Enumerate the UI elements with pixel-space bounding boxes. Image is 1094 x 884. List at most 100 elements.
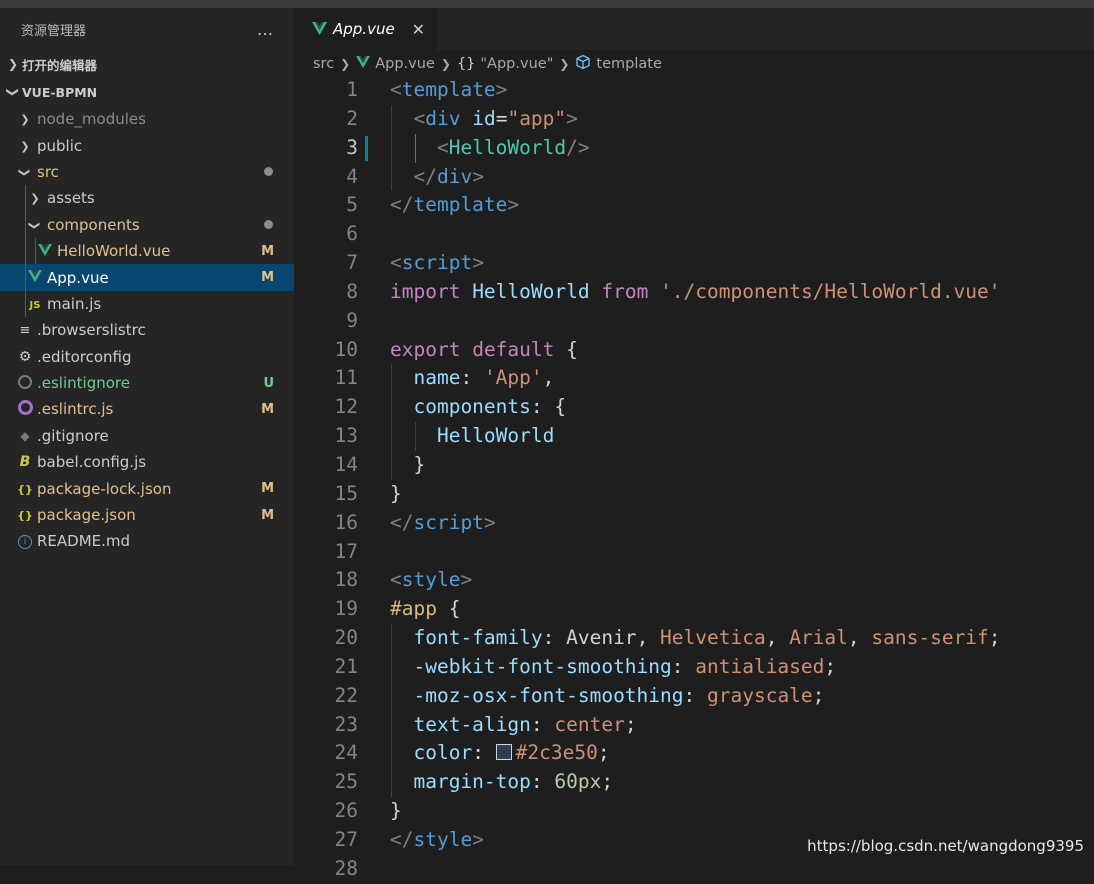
line-number: 9 (346, 308, 358, 332)
code-token: antialiased (695, 654, 825, 678)
code-token: : (530, 712, 555, 736)
code-text: <HelloWorld/> (390, 134, 590, 163)
code-token: name (413, 366, 461, 390)
line-number: 23 (334, 712, 358, 736)
tree-item-helloworld-vue[interactable]: HelloWorld.vue M (0, 237, 294, 265)
breadcrumb-file[interactable]: App.vue (375, 56, 435, 72)
tree-item-main-js[interactable]: JS main.js (0, 290, 294, 318)
code-token: </ (390, 510, 414, 534)
tree-item-label: App.vue (47, 268, 109, 287)
tree-item-components[interactable]: ❯ components (0, 211, 294, 238)
tree-item-src[interactable]: ❯ src (0, 159, 294, 185)
info-icon: i (16, 533, 34, 550)
indent-guide (25, 185, 26, 212)
code-editor[interactable]: 1 <template> 2 <div id="app"> 3 <HelloWorld… (294, 76, 1094, 884)
tree-item-editorconfig[interactable]: ⚙ .editorconfig (0, 344, 294, 370)
json-braces-icon: {} (17, 482, 33, 496)
code-text: </div> (390, 163, 483, 192)
code-token: } (390, 799, 402, 823)
tree-item-eslintignore[interactable]: .eslintignore U (0, 370, 294, 396)
tree-item-label: src (37, 162, 59, 181)
line-number: 13 (334, 424, 358, 448)
line-number: 24 (334, 741, 358, 765)
tree-item-eslintrc-js[interactable]: .eslintrc.js M (0, 396, 294, 422)
tree-item-babel-config-js[interactable]: Bbabel.config.js (0, 449, 294, 475)
tree-item-label: public (37, 136, 83, 155)
code-token: </ (390, 193, 414, 217)
tab-bar: App.vue ✕ (294, 8, 1094, 50)
code-token: < (390, 78, 402, 101)
code-line: 11 name: 'App', (294, 364, 1094, 394)
code-token: from (601, 279, 649, 303)
code-token: > (507, 193, 520, 217)
breadcrumb-src[interactable]: src (313, 56, 334, 72)
watermark: https://blog.csdn.net/wangdong9395 (807, 837, 1084, 855)
line-number: 10 (334, 337, 358, 361)
line-number: 20 (334, 626, 358, 650)
line-number: 4 (346, 164, 358, 188)
code-token: , (765, 626, 790, 650)
code-line: 21 -webkit-font-smoothing: antialiased; (294, 652, 1094, 682)
code-token: > (472, 827, 484, 851)
code-line: 16 </script> (294, 509, 1094, 538)
line-number: 15 (334, 481, 358, 505)
open-editors-section[interactable]: ❯ 打开的编辑器 (0, 50, 294, 78)
code-token: font-family (413, 626, 543, 650)
tree-item-public[interactable]: ❯ public (0, 132, 294, 158)
code-token: < (390, 568, 402, 592)
tree-item-readme-md[interactable]: i README.md (0, 528, 294, 554)
breadcrumb-symbol[interactable]: template (596, 56, 661, 72)
code-token: script (413, 510, 484, 534)
babel-icon: B (19, 454, 31, 471)
chevron-right-icon: ❯ (20, 139, 30, 153)
tree-item-label: .eslintignore (37, 374, 130, 393)
code-token: : (542, 626, 567, 650)
line-number: 14 (334, 452, 358, 476)
tab-app-vue[interactable]: App.vue ✕ (294, 8, 437, 50)
breadcrumb-module[interactable]: "App.vue" (480, 56, 553, 72)
code-token: ; (824, 654, 837, 678)
tree-item-package-json[interactable]: {} package.json M (0, 502, 294, 528)
tree-item-label: .browserslistrc (37, 321, 146, 340)
tree-item-assets[interactable]: ❯ assets (0, 185, 294, 212)
code-token: -moz-osx-font-smoothing (413, 683, 684, 707)
line-number: 16 (334, 510, 358, 534)
code-token: : (530, 770, 555, 794)
code-token: < (436, 135, 449, 159)
color-swatch[interactable] (495, 744, 512, 761)
code-token: template (413, 193, 508, 217)
code-line: 19 #app { (294, 595, 1094, 624)
code-token: } (390, 452, 426, 476)
code-text: export default { (390, 336, 578, 365)
code-line: 17 (294, 538, 1094, 567)
tree-item-package-lock-json[interactable]: {} package-lock.json M (0, 475, 294, 501)
tree-item-browserslistrc[interactable]: ≡ .browserslistrc (0, 317, 294, 343)
braces-icon: {} (456, 56, 476, 72)
tree-item-app-vue[interactable]: App.vue M (0, 264, 294, 291)
code-text: import HelloWorld from './components/Hel… (390, 278, 1001, 307)
code-token: script (401, 251, 473, 275)
code-token: style (413, 827, 473, 851)
git-icon: ◆ (20, 428, 30, 443)
code-line: 18 <style> (294, 566, 1094, 595)
tree-item-label: main.js (47, 294, 102, 313)
code-line: 12 components: { (294, 393, 1094, 423)
tree-item-label: components (47, 215, 140, 234)
tree-item-gitignore[interactable]: ◆ .gitignore (0, 423, 294, 449)
more-actions-icon[interactable]: … (257, 20, 274, 39)
code-text: <template> (390, 76, 507, 105)
open-editors-label: 打开的编辑器 (22, 57, 98, 73)
project-section[interactable]: ❯ VUE-BPMN (0, 78, 294, 106)
code-line: 4 </div> (294, 162, 1094, 192)
line-number: 26 (334, 799, 358, 823)
line-number: 7 (346, 251, 358, 275)
close-icon[interactable]: ✕ (412, 20, 425, 39)
chevron-down-icon: ❯ (18, 167, 32, 178)
window-top-bar (0, 0, 1094, 8)
chevron-right-icon: ❯ (440, 57, 451, 71)
git-status-badge: U (263, 375, 274, 391)
tree-item-node-modules[interactable]: ❯ node_modules (0, 106, 294, 132)
